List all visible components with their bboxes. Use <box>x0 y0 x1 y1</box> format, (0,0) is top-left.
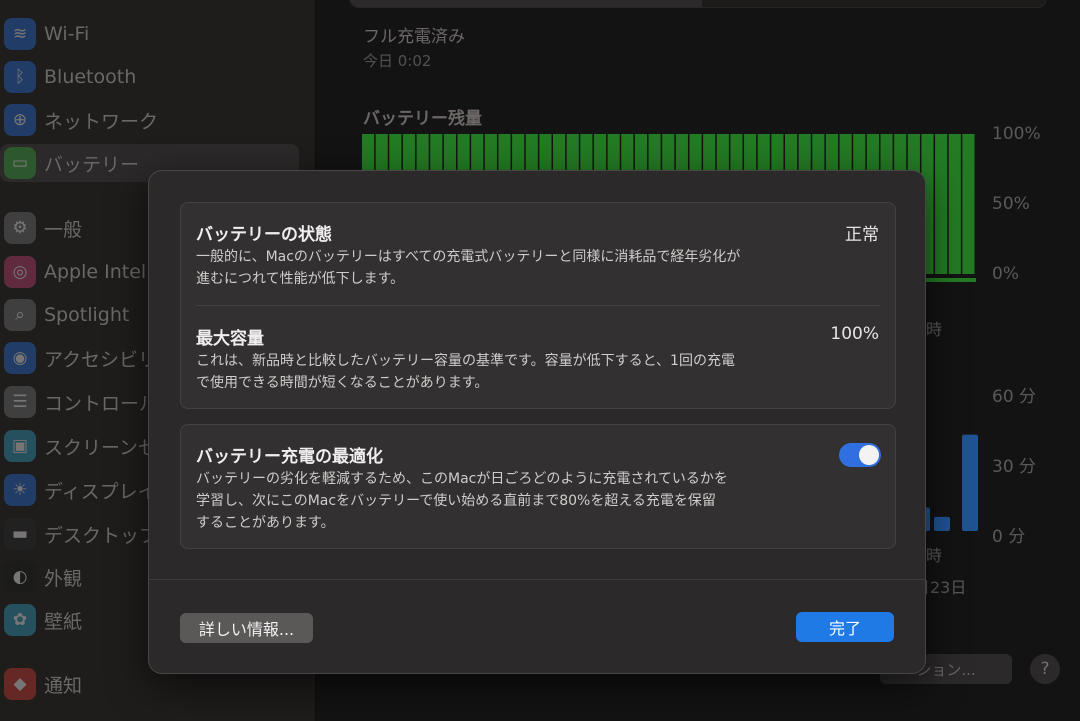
battery-icon: ▭ <box>4 147 36 179</box>
capacity-title: 最大容量 <box>196 329 264 349</box>
optimize-description-line2: 学習し、次にこのMacをバッテリーで使い始める直前まで80%を超える充電を保留 <box>196 493 716 509</box>
optimize-title: バッテリー充電の最適化 <box>196 447 383 467</box>
health-description-line2: 進むにつれて性能が低下します。 <box>196 271 405 287</box>
sidebar-item-label: 外観 <box>44 567 83 590</box>
panel-divider <box>196 305 880 306</box>
accessibility-icon: ◉ <box>4 342 36 374</box>
health-capacity-panel: バッテリーの状態 正常 一般的に、Macのバッテリーはすべての充電式バッテリーと… <box>180 202 896 409</box>
control-center-icon: ☰ <box>4 386 36 418</box>
desktop-icon: ▬ <box>4 518 36 550</box>
optimize-description: バッテリーの劣化を軽減するため、このMacが日ごろどのように充電されているかを … <box>196 468 816 534</box>
sidebar-item-label: ディスプレイ <box>44 480 157 503</box>
sidebar-item-label: Bluetooth <box>44 66 137 88</box>
health-description-line1: 一般的に、Macのバッテリーはすべての充電式バッテリーと同様に消耗品で経年劣化が <box>196 249 741 265</box>
capacity-value: 100% <box>830 324 879 344</box>
capacity-description-line1: これは、新品時と比較したバッテリー容量の基準です。容量が低下すると、1回の充電 <box>196 353 735 369</box>
usage-tick-60: 60 分 <box>992 387 1037 407</box>
optimize-description-line3: することがあります。 <box>196 515 335 531</box>
sidebar-item-label: バッテリー <box>44 153 140 176</box>
optimize-description-line1: バッテリーの劣化を軽減するため、このMacが日ごろどのように充電されているかを <box>196 471 728 487</box>
sidebar-item-label: Apple Intell <box>44 261 152 283</box>
optimize-charging-toggle[interactable] <box>839 443 881 467</box>
done-button[interactable]: 完了 <box>796 612 894 642</box>
screensaver-icon: ▣ <box>4 430 36 462</box>
globe-icon: ⊕ <box>4 104 36 136</box>
usage-bar <box>934 516 950 531</box>
appearance-icon: ◐ <box>4 561 36 593</box>
sidebar-item-label: スクリーンセ <box>44 436 158 459</box>
usage-bar <box>962 434 978 531</box>
segmented-control[interactable] <box>349 0 1047 8</box>
health-status-value: 正常 <box>845 225 879 245</box>
charge-status: フル充電済み <box>363 27 465 47</box>
more-info-button[interactable]: 詳しい情報... <box>180 613 313 643</box>
wifi-icon: ≋ <box>4 18 36 50</box>
level-bar <box>962 134 975 274</box>
sidebar-item-label: デスクトップ <box>44 524 159 547</box>
level-tick-50: 50% <box>992 194 1030 214</box>
optimize-charging-panel: バッテリー充電の最適化 バッテリーの劣化を軽減するため、このMacが日ごろどのよ… <box>180 424 896 549</box>
sidebar-item-2[interactable]: ⊕ ネットワーク <box>0 101 300 139</box>
segment-selected[interactable] <box>350 0 702 7</box>
level-x-label: 時 <box>926 320 943 339</box>
apple-intelligence-icon: ◎ <box>4 256 36 288</box>
sidebar-item-label: ネットワーク <box>44 110 159 133</box>
sidebar-item-1[interactable]: ᛒ Bluetooth <box>0 58 300 96</box>
sidebar-item-label: 壁紙 <box>44 610 83 633</box>
gear-icon: ⚙ <box>4 212 36 244</box>
bell-icon: ◆ <box>4 668 36 700</box>
dialog-footer-divider <box>149 579 925 580</box>
charge-time: 今日 0:02 <box>363 52 432 70</box>
level-tick-0: 0% <box>992 264 1019 284</box>
sun-icon: ☀ <box>4 474 36 506</box>
sidebar-item-0[interactable]: ≋ Wi-Fi <box>0 15 300 53</box>
usage-x-label: 時 <box>926 546 943 565</box>
battery-health-dialog: バッテリーの状態 正常 一般的に、Macのバッテリーはすべての充電式バッテリーと… <box>148 170 926 674</box>
usage-tick-30: 30 分 <box>992 457 1037 477</box>
battery-level-title: バッテリー残量 <box>363 109 482 129</box>
health-title: バッテリーの状態 <box>196 225 332 245</box>
level-bar <box>948 134 961 274</box>
sidebar-item-label: 一般 <box>44 218 83 241</box>
sidebar-item-label: 通知 <box>44 674 83 697</box>
sidebar-item-label: アクセシビリ <box>44 348 158 371</box>
usage-tick-0: 0 分 <box>992 527 1026 547</box>
help-button[interactable]: ? <box>1030 654 1060 684</box>
magnifier-icon: ⌕ <box>4 299 36 331</box>
health-description: 一般的に、Macのバッテリーはすべての充電式バッテリーと同様に消耗品で経年劣化が… <box>196 246 816 290</box>
capacity-description-line2: で使用できる時間が短くなることがあります。 <box>196 375 489 391</box>
level-bar <box>935 134 948 274</box>
bluetooth-icon: ᛒ <box>4 61 36 93</box>
sidebar-item-label: コントロール <box>44 392 159 415</box>
sidebar-item-label: Spotlight <box>44 304 130 326</box>
toggle-knob <box>859 445 879 465</box>
sidebar-item-label: Wi-Fi <box>44 23 90 45</box>
level-tick-100: 100% <box>992 124 1041 144</box>
flower-icon: ✿ <box>4 604 36 636</box>
capacity-description: これは、新品時と比較したバッテリー容量の基準です。容量が低下すると、1回の充電 … <box>196 350 816 394</box>
